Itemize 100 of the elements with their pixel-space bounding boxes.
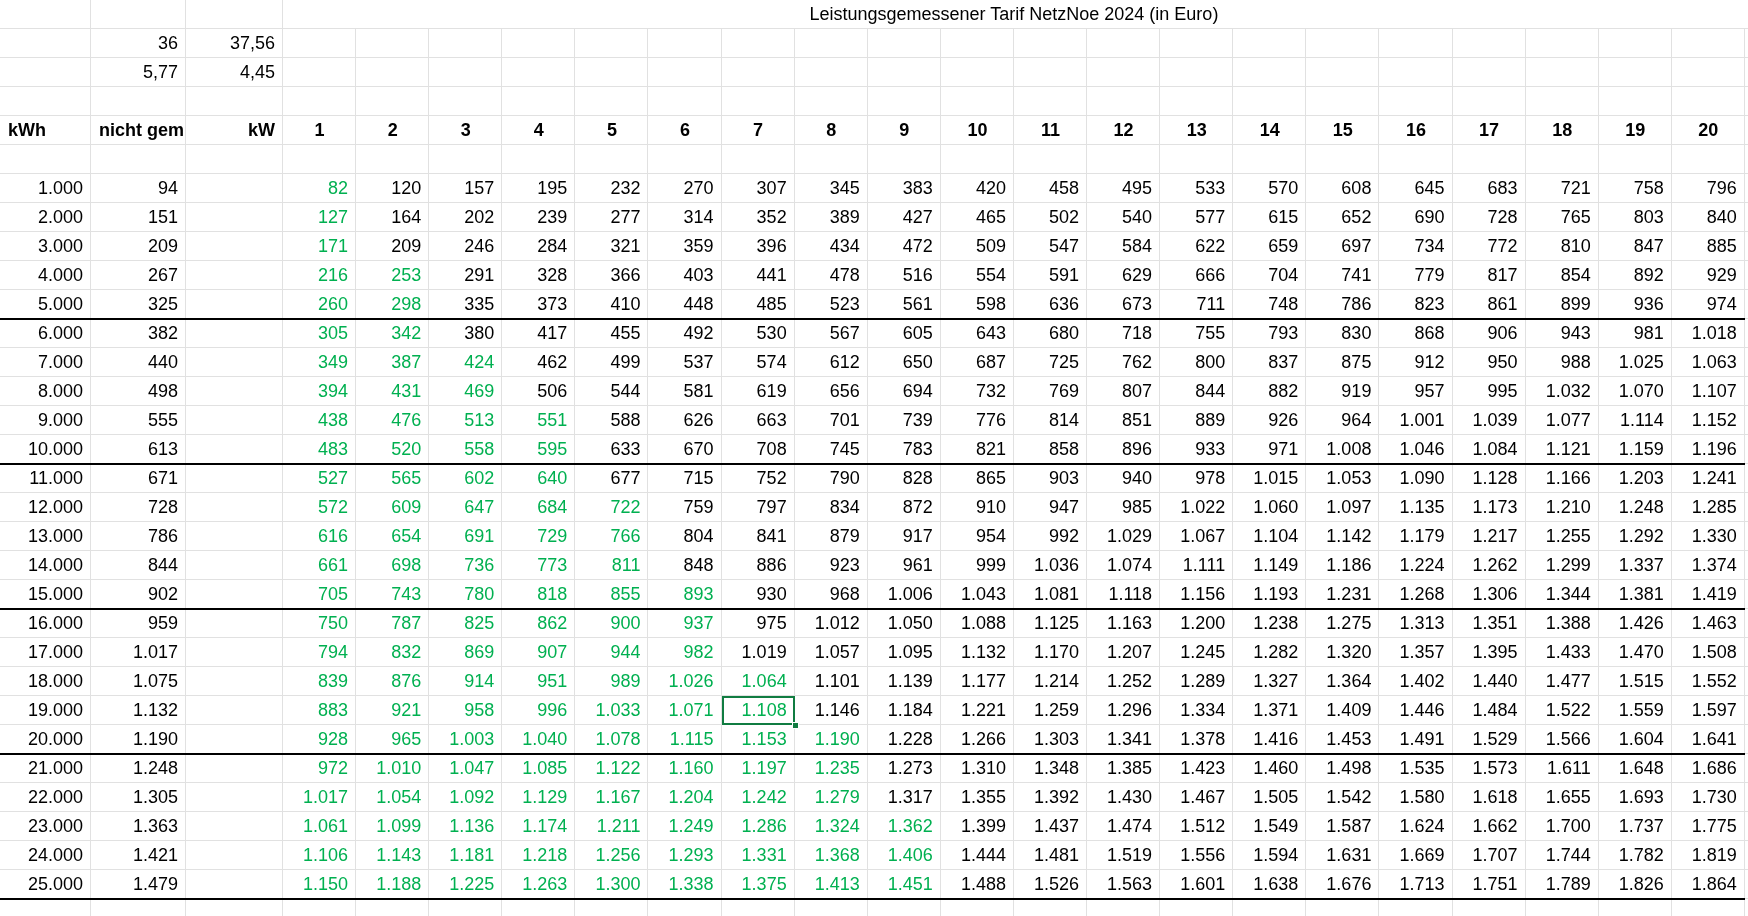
table-cell-text: 1.085 <box>521 757 569 780</box>
table-cell-text: 972 <box>317 757 350 780</box>
table-cell-text: 1.256 <box>594 844 642 867</box>
table-cell-text: 516 <box>901 264 934 287</box>
table-cell-text: 1.224 <box>1398 554 1446 577</box>
table-cell-text: 438 <box>317 409 350 432</box>
table-cell-text: 936 <box>1632 293 1665 316</box>
table-cell-text: 1.285 <box>1690 496 1738 519</box>
table-cell-text: 804 <box>682 525 715 548</box>
table-cell-text: 1.330 <box>1690 525 1738 548</box>
table-cell-text: 1.047 <box>448 757 496 780</box>
table-cell-text: 440 <box>146 351 179 374</box>
table-cell-text: 947 <box>1048 496 1081 519</box>
table-cell-text: 919 <box>1340 380 1373 403</box>
table-cell-text: 270 <box>682 177 715 200</box>
table-cell-text: 661 <box>317 554 350 577</box>
table-cell-text: 495 <box>1121 177 1154 200</box>
table-cell-text: 1.071 <box>667 699 715 722</box>
table-cell-text: 1.631 <box>1325 844 1373 867</box>
table-cell-text: 821 <box>974 438 1007 461</box>
table-cell-text: 1.505 <box>1252 786 1300 809</box>
table-cell-text: 1.064 <box>740 670 788 693</box>
table-cell-text: 551 <box>536 409 569 432</box>
table-cell-text: 1.549 <box>1252 815 1300 838</box>
table-cell-text: 598 <box>974 293 1007 316</box>
table-cell-text: 848 <box>682 554 715 577</box>
table-cell-text: 382 <box>146 322 179 345</box>
table-cell-text: 1.327 <box>1252 670 1300 693</box>
table-cell-text: 1.279 <box>813 786 861 809</box>
table-cell-text: 485 <box>755 293 788 316</box>
table-cell-text: 554 <box>974 264 1007 287</box>
table-cell-text: 1.289 <box>1179 670 1227 693</box>
table-cell-text: 882 <box>1267 380 1300 403</box>
table-cell-text: 1.444 <box>959 844 1007 867</box>
table-cell-text: 640 <box>536 467 569 490</box>
table-cell-text: 1.190 <box>813 728 861 751</box>
fill-handle[interactable] <box>791 722 799 729</box>
table-cell-text: 1.228 <box>886 728 934 751</box>
table-cell-text: 1.241 <box>1690 467 1738 490</box>
table-cell-text: 839 <box>317 670 350 693</box>
table-cell-text: 164 <box>390 206 423 229</box>
table-cell-text: 708 <box>755 438 788 461</box>
table-cell-text: 1.132 <box>959 641 1007 664</box>
table-cell-text: 787 <box>390 612 423 635</box>
table-cell-text: 1.170 <box>1033 641 1081 664</box>
table-cell-text: 1.519 <box>1106 844 1154 867</box>
table-cell-text: 21.000 <box>26 757 84 780</box>
table-cell-text: 24.000 <box>26 844 84 867</box>
table-cell-text: 1.081 <box>1033 583 1081 606</box>
table-cell-text: 728 <box>146 496 179 519</box>
column-header: 5 <box>605 119 618 142</box>
table-cell-text: 755 <box>1194 322 1227 345</box>
table-cell-text: 366 <box>609 264 642 287</box>
table-cell-text: 513 <box>463 409 496 432</box>
table-cell-text: 1.200 <box>1179 612 1227 635</box>
table-cell-text: 817 <box>1486 264 1519 287</box>
table-cell-text: 772 <box>1486 235 1519 258</box>
table-cell-text: 910 <box>974 496 1007 519</box>
table-cell-text: 1.451 <box>886 873 934 896</box>
table-cell-text: 1.221 <box>959 699 1007 722</box>
table-cell-text: 1.641 <box>1690 728 1738 751</box>
table-cell-text: 1.624 <box>1398 815 1446 838</box>
table-cell-text: 734 <box>1413 235 1446 258</box>
table-cell-text: 844 <box>146 554 179 577</box>
table-cell-text: 1.238 <box>1252 612 1300 635</box>
table-cell-text: 828 <box>901 467 934 490</box>
column-header: 6 <box>679 119 691 142</box>
table-cell-text: 1.293 <box>667 844 715 867</box>
table-cell-text: 1.348 <box>1033 757 1081 780</box>
table-cell-text: 565 <box>390 467 423 490</box>
table-cell-text: 1.017 <box>302 786 350 809</box>
table-cell-text: 1.000 <box>36 177 84 200</box>
table-cell-text: 1.488 <box>959 873 1007 896</box>
table-cell-text: 964 <box>1340 409 1373 432</box>
table-cell-text: 1.218 <box>521 844 569 867</box>
table-cell-text: 1.306 <box>1471 583 1519 606</box>
table-cell-text: 1.662 <box>1471 815 1519 838</box>
table-cell-text: 1.255 <box>1544 525 1592 548</box>
table-cell-text: 1.344 <box>1544 583 1592 606</box>
table-cell-text: 4.000 <box>36 264 84 287</box>
table-cell-text: 1.203 <box>1617 467 1665 490</box>
table-cell-text: 613 <box>146 438 179 461</box>
table-cell-text: 1.106 <box>302 844 350 867</box>
table-cell-text: 729 <box>536 525 569 548</box>
table-cell-text: 1.515 <box>1617 670 1665 693</box>
table-cell-text: 13.000 <box>26 525 84 548</box>
table-cell-text: 1.655 <box>1544 786 1592 809</box>
table-cell-text: 558 <box>463 438 496 461</box>
table-cell-text: 9.000 <box>36 409 84 432</box>
table-cell-text: 800 <box>1194 351 1227 374</box>
table-cell-text: 780 <box>463 583 496 606</box>
table-cell-text: 1.686 <box>1690 757 1738 780</box>
table-cell-text: 825 <box>463 612 496 635</box>
table-cell-text: 588 <box>609 409 642 432</box>
table-cell-text: 1.179 <box>1398 525 1446 548</box>
table-cell-text: 626 <box>682 409 715 432</box>
table-cell-text: 711 <box>1195 293 1227 316</box>
table-cell-text: 1.707 <box>1471 844 1519 867</box>
table-cell-text: 509 <box>974 235 1007 258</box>
table-cell-text: 410 <box>609 293 642 316</box>
